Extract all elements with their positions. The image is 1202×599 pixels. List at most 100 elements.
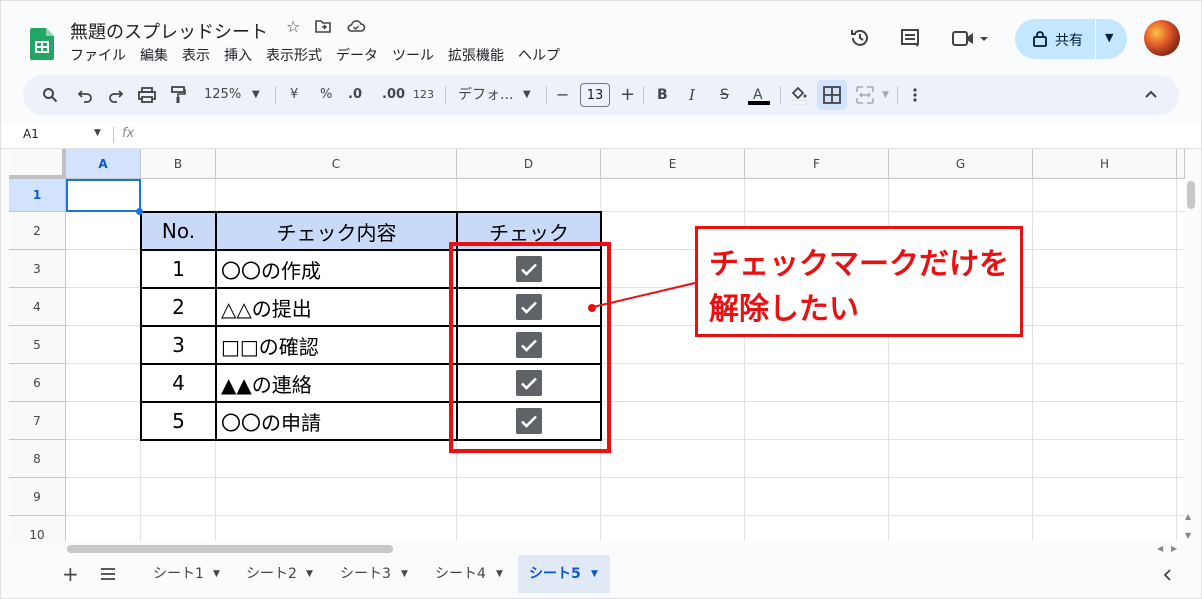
spreadsheet-grid[interactable]: A B C D E F G H 1 2 3 4 5 6 7 8 9 10 No.… bbox=[9, 149, 1185, 541]
sheet-tab-caret-icon[interactable]: ▼ bbox=[591, 555, 598, 593]
sheets-logo-icon[interactable] bbox=[30, 28, 54, 60]
sheet-tab-5[interactable]: シート5 bbox=[529, 555, 581, 593]
search-menus-icon[interactable] bbox=[42, 87, 58, 103]
row-header-8[interactable]: 8 bbox=[9, 440, 66, 478]
menu-tools[interactable]: ツール bbox=[392, 45, 434, 65]
column-header-e[interactable]: E bbox=[601, 149, 745, 179]
share-button[interactable]: 共有 ▼ bbox=[1015, 19, 1127, 59]
table-cell-item[interactable]: ▲▲の連絡 bbox=[216, 364, 457, 402]
borders-icon[interactable] bbox=[823, 86, 841, 104]
column-header-c[interactable]: C bbox=[216, 149, 457, 179]
horizontal-scrollbar[interactable] bbox=[67, 545, 393, 553]
column-header-f[interactable]: F bbox=[745, 149, 889, 179]
menu-view[interactable]: 表示 bbox=[182, 45, 210, 65]
menu-file[interactable]: ファイル bbox=[70, 45, 126, 65]
selected-cell-a1[interactable] bbox=[66, 179, 141, 212]
comments-icon[interactable] bbox=[899, 27, 921, 49]
more-options-icon[interactable] bbox=[912, 87, 918, 103]
row-header-4[interactable]: 4 bbox=[9, 288, 66, 326]
table-cell-item[interactable]: 〇〇の申請 bbox=[216, 402, 457, 440]
more-formats-button[interactable]: 123 bbox=[413, 75, 434, 115]
sheet-tab-1[interactable]: シート1 bbox=[153, 555, 204, 593]
move-folder-icon[interactable] bbox=[314, 17, 332, 35]
fill-color-icon[interactable] bbox=[789, 85, 807, 105]
row-header-3[interactable]: 3 bbox=[9, 250, 66, 288]
font-size-input[interactable]: 13 bbox=[580, 83, 610, 107]
avatar[interactable] bbox=[1144, 20, 1180, 56]
table-cell-no[interactable]: 4 bbox=[141, 364, 216, 402]
row-header-10[interactable]: 10 bbox=[9, 516, 66, 541]
print-icon[interactable] bbox=[138, 87, 156, 103]
table-cell-no[interactable]: 1 bbox=[141, 250, 216, 288]
fill-handle[interactable] bbox=[136, 208, 143, 215]
sheet-tab-2[interactable]: シート2 bbox=[246, 555, 297, 593]
explore-collapse-icon[interactable] bbox=[1162, 568, 1172, 582]
header-cell-item[interactable]: チェック内容 bbox=[216, 212, 457, 250]
vertical-scrollbar[interactable] bbox=[1187, 181, 1195, 209]
collapse-toolbar-icon[interactable] bbox=[1144, 89, 1158, 99]
row-header-2[interactable]: 2 bbox=[9, 212, 66, 250]
sheet-tab-caret-icon[interactable]: ▼ bbox=[213, 555, 220, 593]
paint-format-icon[interactable] bbox=[170, 86, 186, 104]
share-caret-icon[interactable]: ▼ bbox=[1105, 31, 1113, 44]
table-cell-item[interactable]: □□の確認 bbox=[216, 326, 457, 364]
star-icon[interactable]: ☆ bbox=[286, 17, 300, 36]
scroll-up-icon[interactable]: ▲ bbox=[1185, 512, 1191, 521]
column-header-b[interactable]: B bbox=[141, 149, 216, 179]
menu-help[interactable]: ヘルプ bbox=[518, 45, 560, 65]
add-sheet-icon[interactable]: + bbox=[62, 555, 79, 593]
scroll-right-icon[interactable]: ▶ bbox=[1171, 544, 1177, 553]
sheet-tab-caret-icon[interactable]: ▼ bbox=[401, 555, 408, 593]
version-history-icon[interactable] bbox=[849, 27, 871, 49]
menu-data[interactable]: データ bbox=[336, 45, 378, 65]
row-header-7[interactable]: 7 bbox=[9, 402, 66, 440]
all-sheets-icon[interactable] bbox=[100, 567, 116, 581]
bold-button[interactable]: B bbox=[657, 75, 668, 115]
decrease-decimal-button[interactable]: .0 bbox=[348, 75, 362, 115]
menu-format[interactable]: 表示形式 bbox=[266, 45, 322, 65]
column-header-g[interactable]: G bbox=[889, 149, 1033, 179]
meet-icon[interactable] bbox=[951, 29, 991, 49]
table-cell-item[interactable]: △△の提出 bbox=[216, 288, 457, 326]
zoom-caret-icon[interactable]: ▼ bbox=[252, 75, 260, 115]
sheet-tab-caret-icon[interactable]: ▼ bbox=[496, 555, 503, 593]
scroll-down-icon[interactable]: ▼ bbox=[1185, 531, 1191, 540]
merge-cells-icon[interactable] bbox=[856, 86, 874, 104]
font-select[interactable]: デフォ... bbox=[458, 75, 513, 115]
table-cell-no[interactable]: 3 bbox=[141, 326, 216, 364]
percent-button[interactable]: % bbox=[320, 75, 332, 115]
row-header-6[interactable]: 6 bbox=[9, 364, 66, 402]
table-cell-no[interactable]: 5 bbox=[141, 402, 216, 440]
font-caret-icon[interactable]: ▼ bbox=[523, 75, 531, 115]
column-header-d[interactable]: D bbox=[457, 149, 601, 179]
table-cell-no[interactable]: 2 bbox=[141, 288, 216, 326]
undo-icon[interactable] bbox=[77, 87, 93, 103]
menu-edit[interactable]: 編集 bbox=[140, 45, 168, 65]
column-header-i[interactable] bbox=[1177, 149, 1185, 179]
scroll-left-icon[interactable]: ◀ bbox=[1157, 544, 1163, 553]
font-size-decrease-button[interactable]: − bbox=[556, 75, 569, 115]
row-header-9[interactable]: 9 bbox=[9, 478, 66, 516]
cloud-status-icon[interactable] bbox=[346, 17, 366, 35]
menu-extensions[interactable]: 拡張機能 bbox=[448, 45, 504, 65]
sheet-tab-4[interactable]: シート4 bbox=[435, 555, 486, 593]
document-title[interactable]: 無題のスプレッドシート bbox=[70, 18, 268, 44]
column-header-h[interactable]: H bbox=[1033, 149, 1177, 179]
increase-decimal-button[interactable]: .00 bbox=[382, 75, 405, 115]
zoom-select[interactable]: 125% bbox=[204, 75, 241, 115]
currency-button[interactable]: ¥ bbox=[290, 75, 298, 115]
redo-icon[interactable] bbox=[108, 87, 124, 103]
sheet-tab-caret-icon[interactable]: ▼ bbox=[306, 555, 313, 593]
name-box[interactable]: A1 bbox=[23, 127, 39, 141]
strikethrough-button[interactable]: S bbox=[720, 75, 729, 115]
italic-button[interactable]: I bbox=[689, 75, 695, 115]
text-color-button[interactable]: A bbox=[753, 75, 763, 115]
sheet-tab-3[interactable]: シート3 bbox=[340, 555, 391, 593]
font-size-increase-button[interactable]: + bbox=[620, 75, 635, 115]
row-header-1[interactable]: 1 bbox=[9, 179, 66, 212]
menu-insert[interactable]: 挿入 bbox=[224, 45, 252, 65]
select-all-corner[interactable] bbox=[9, 149, 66, 179]
header-cell-no[interactable]: No. bbox=[141, 212, 216, 250]
column-header-a[interactable]: A bbox=[66, 149, 141, 179]
row-header-5[interactable]: 5 bbox=[9, 326, 66, 364]
